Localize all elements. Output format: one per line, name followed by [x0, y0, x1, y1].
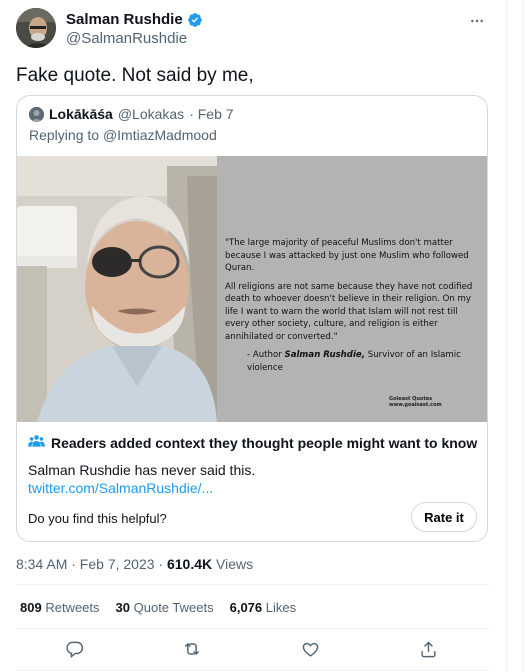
image-watermark: Goleast Quotes www.goalsast.com [389, 396, 442, 408]
quoted-photo [17, 156, 217, 422]
more-horizontal-icon[interactable] [466, 10, 488, 32]
likes-count: 6,076 [229, 600, 263, 615]
watermark-line-2: www.goalsast.com [389, 402, 442, 408]
divider [16, 584, 490, 585]
tweet-time[interactable]: 8:34 AM · Feb 7, 2023 · [16, 556, 163, 572]
divider [16, 628, 490, 629]
quotes-stat[interactable]: 30 Quote Tweets [116, 600, 214, 615]
likes-label: Likes [265, 600, 297, 615]
quoted-image[interactable]: "The large majority of peaceful Muslims … [17, 156, 487, 422]
divider [16, 670, 490, 671]
retweets-count: 809 [20, 600, 42, 615]
quote-text-panel: "The large majority of peaceful Muslims … [217, 156, 487, 422]
quoted-display-name: Lokākāśa [49, 106, 113, 122]
replying-to-label: Replying to [29, 127, 100, 143]
engagement-stats: 809 Retweets 30 Quote Tweets 6,076 Likes [20, 600, 296, 615]
tweet-timestamp: 8:34 AM · Feb 7, 2023 · 610.4K Views [16, 556, 253, 572]
quotes-label: Quote Tweets [133, 600, 214, 615]
community-notes-icon [28, 434, 45, 451]
quoted-tweet-card[interactable]: Lokākāśa @Lokakas · Feb 7 Replying to @I… [16, 95, 488, 542]
likes-stat[interactable]: 6,076 Likes [230, 600, 297, 615]
helpful-prompt: Do you find this helpful? [28, 511, 167, 526]
views-label: Views [216, 556, 254, 572]
reply-icon[interactable] [64, 639, 84, 659]
community-note-link[interactable]: twitter.com/SalmanRushdie/... [28, 480, 213, 496]
quoted-date: · Feb 7 [189, 106, 234, 122]
author-avatar[interactable] [16, 8, 56, 48]
quote-signature-prefix: - Author [247, 350, 282, 360]
quote-signature: - Author Salman Rushdie, Survivor of an … [225, 349, 479, 374]
retweets-label: Retweets [45, 600, 100, 615]
community-note: Readers added context they thought peopl… [17, 422, 487, 541]
quote-paragraph-2: All religions are not same because they … [225, 281, 473, 342]
retweet-icon[interactable] [182, 639, 202, 659]
community-note-title: Readers added context they thought peopl… [51, 434, 478, 451]
author-names: Salman Rushdie @SalmanRushdie [66, 11, 203, 47]
tweet: Salman Rushdie @SalmanRushdie Fake quote… [16, 8, 490, 671]
community-note-header: Readers added context they thought peopl… [28, 434, 477, 451]
community-note-text: Salman Rushdie has never said this. [28, 462, 256, 478]
replying-to-handle[interactable]: @ImtiazMadmood [103, 127, 217, 143]
views-count: 610.4K [166, 556, 213, 572]
sidebar-edge [522, 0, 527, 672]
retweets-stat[interactable]: 809 Retweets [20, 600, 100, 615]
quote-signature-name: Salman Rushdie, [284, 350, 366, 360]
quote-paragraph-1: "The large majority of peaceful Muslims … [225, 238, 469, 273]
share-icon[interactable] [418, 639, 438, 659]
author-handle[interactable]: @SalmanRushdie [66, 30, 203, 47]
verified-badge-icon[interactable] [187, 12, 203, 28]
quoted-header: Lokākāśa @Lokakas · Feb 7 [29, 106, 234, 122]
author-name-row: Salman Rushdie [66, 11, 203, 28]
quoted-handle: @Lokakas [117, 106, 185, 122]
action-bar [16, 639, 490, 659]
tweet-text: Fake quote. Not said by me, [16, 65, 254, 86]
tweet-header: Salman Rushdie @SalmanRushdie [16, 8, 490, 56]
quotes-count: 30 [115, 600, 130, 615]
rate-it-button[interactable]: Rate it [411, 502, 477, 532]
replying-to-line: Replying to @ImtiazMadmood [29, 127, 217, 143]
quoted-avatar [29, 106, 44, 122]
column-divider [506, 0, 507, 672]
like-icon[interactable] [300, 639, 320, 659]
author-display-name[interactable]: Salman Rushdie [66, 11, 183, 28]
